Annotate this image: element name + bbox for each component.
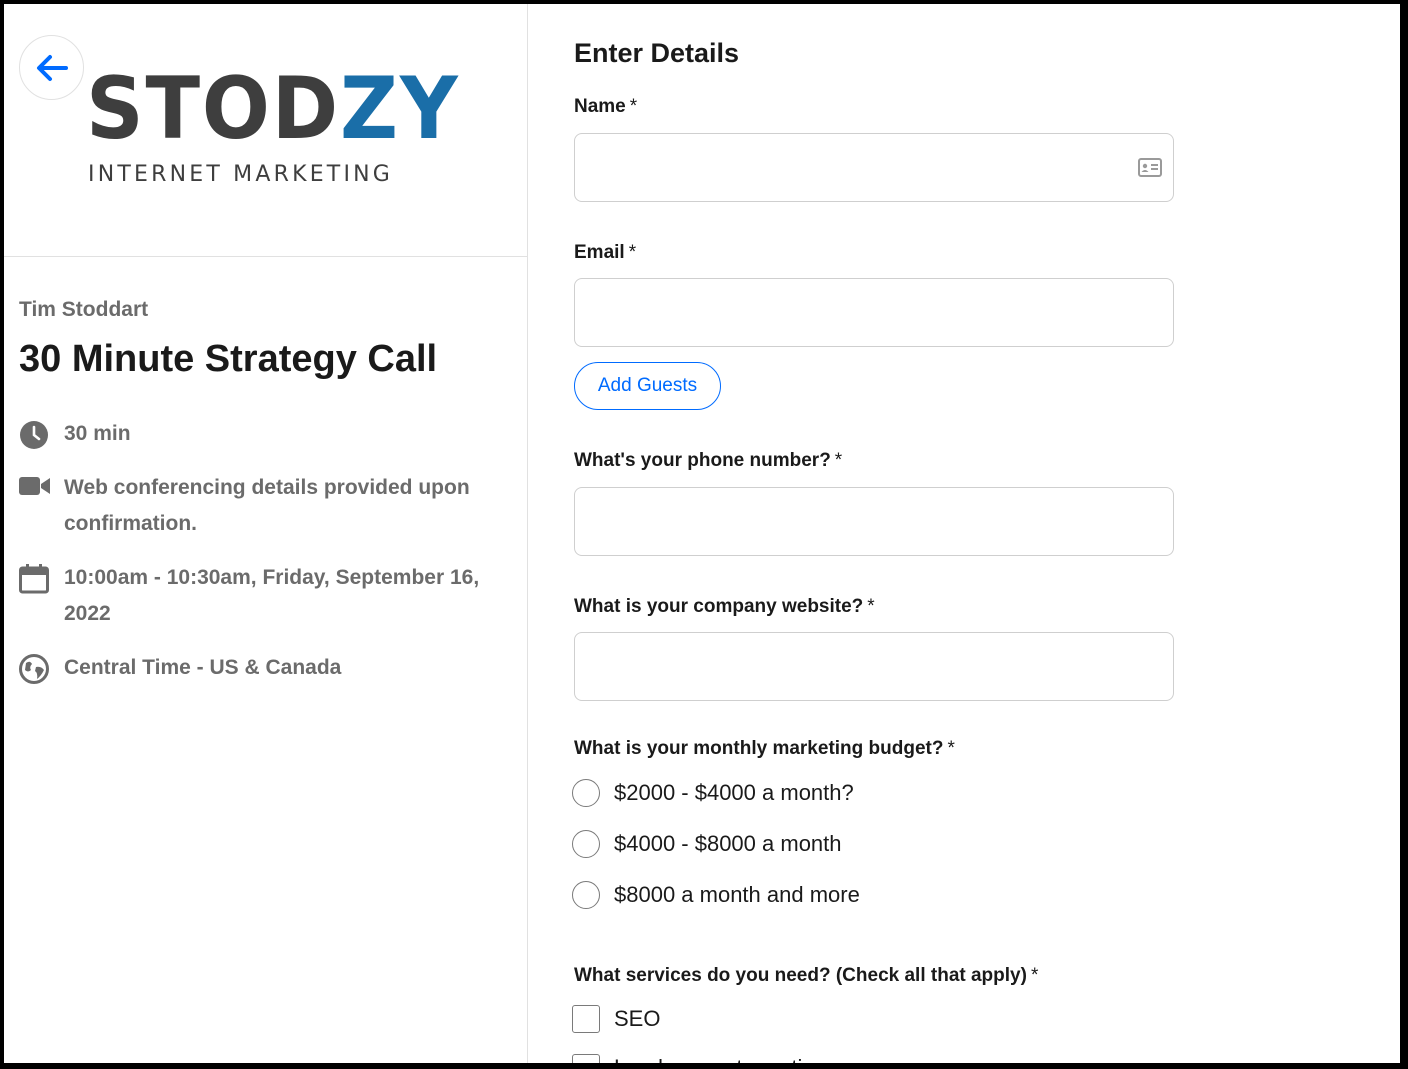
radio-button[interactable]: [572, 830, 600, 858]
timezone-text: Central Time - US & Canada: [64, 656, 342, 679]
conferencing-text: Web conferencing details provided upon c…: [64, 476, 470, 535]
conferencing-detail: Web conferencing details provided upon c…: [19, 470, 509, 542]
company-logo: STODZY INTERNET MARKETING: [86, 66, 458, 190]
budget-option-label: $8000 a month and more: [614, 882, 860, 907]
email-label: Email *: [574, 242, 637, 263]
phone-input[interactable]: [574, 487, 1174, 556]
host-name: Tim Stoddart: [19, 298, 149, 321]
arrow-left-icon: [36, 54, 68, 81]
calendar-icon: [19, 560, 64, 632]
service-option[interactable]: SEO: [572, 1005, 660, 1033]
duration-detail: 30 min: [19, 416, 509, 462]
checkbox[interactable]: [572, 1054, 600, 1063]
event-info-panel: STODZY INTERNET MARKETING Tim Stoddart 3…: [4, 4, 528, 1063]
service-option-label: Lead magnet creation: [614, 1055, 827, 1063]
name-label: Name *: [574, 96, 638, 117]
datetime-text: 10:00am - 10:30am, Friday, September 16,…: [64, 566, 480, 625]
service-option[interactable]: Lead magnet creation: [572, 1054, 827, 1063]
email-input[interactable]: [574, 278, 1174, 347]
clock-icon: [19, 416, 64, 462]
checkbox[interactable]: [572, 1005, 600, 1033]
logo-tagline: INTERNET MARKETING: [88, 162, 394, 187]
form-title: Enter Details: [574, 38, 740, 68]
budget-option-label: $4000 - $8000 a month: [614, 831, 842, 856]
budget-label: What is your monthly marketing budget? *: [574, 738, 955, 759]
add-guests-button[interactable]: Add Guests: [574, 362, 721, 410]
brand-header: STODZY INTERNET MARKETING: [4, 4, 528, 257]
radio-button[interactable]: [572, 779, 600, 807]
logo-wordmark: STODZY: [86, 59, 460, 159]
radio-button[interactable]: [572, 881, 600, 909]
budget-option[interactable]: $8000 a month and more: [572, 881, 860, 909]
scheduling-page: STODZY INTERNET MARKETING Tim Stoddart 3…: [4, 4, 1400, 1063]
contact-card-icon[interactable]: [1138, 158, 1162, 182]
datetime-detail: 10:00am - 10:30am, Friday, September 16,…: [19, 560, 509, 632]
event-title: 30 Minute Strategy Call: [19, 338, 438, 380]
video-camera-icon: [19, 470, 64, 542]
website-input[interactable]: [574, 632, 1174, 701]
phone-label: What's your phone number? *: [574, 450, 843, 471]
duration-text: 30 min: [64, 422, 131, 445]
globe-icon: [19, 650, 64, 696]
details-form: Enter Details Name * Email * Add Guests Wh…: [529, 4, 1400, 1063]
services-label: What services do you need? (Check all th…: [574, 965, 1039, 986]
budget-option-label: $2000 - $4000 a month?: [614, 780, 854, 805]
budget-option[interactable]: $2000 - $4000 a month?: [572, 779, 854, 807]
timezone-detail: Central Time - US & Canada: [19, 650, 509, 696]
back-button[interactable]: [19, 35, 84, 100]
budget-option[interactable]: $4000 - $8000 a month: [572, 830, 842, 858]
service-option-label: SEO: [614, 1006, 661, 1031]
name-input[interactable]: [574, 133, 1174, 202]
website-label: What is your company website? *: [574, 596, 875, 617]
